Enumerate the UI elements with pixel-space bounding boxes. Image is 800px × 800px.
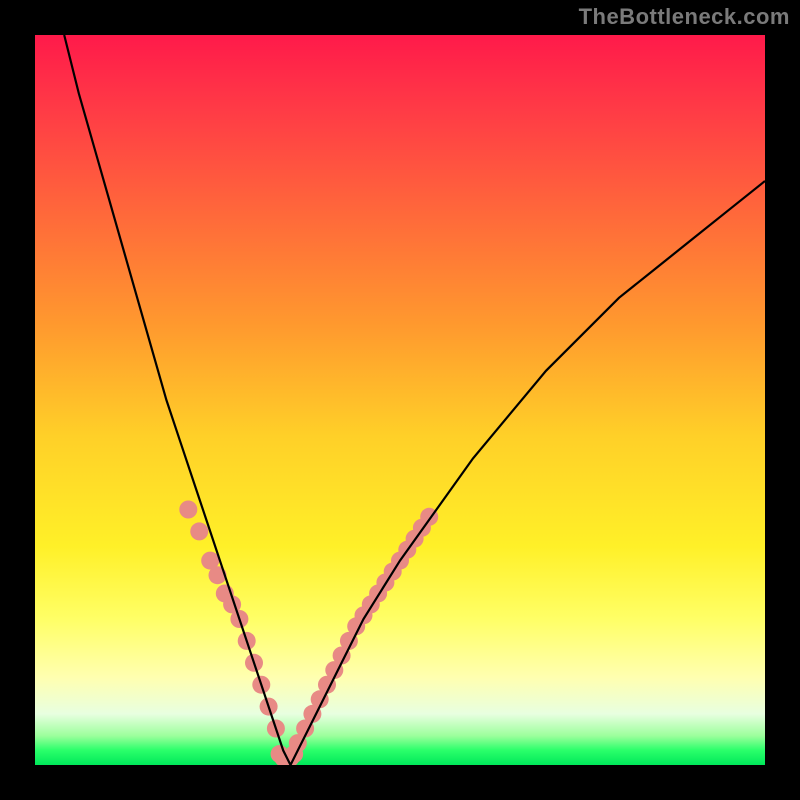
chart-frame: TheBottleneck.com — [0, 0, 800, 800]
marker-layer — [179, 501, 438, 766]
marker-dot — [179, 501, 197, 519]
bottleneck-curve — [64, 35, 765, 765]
plot-area — [35, 35, 765, 765]
watermark-text: TheBottleneck.com — [579, 4, 790, 30]
curve-layer — [35, 35, 765, 765]
marker-dot — [190, 522, 208, 540]
